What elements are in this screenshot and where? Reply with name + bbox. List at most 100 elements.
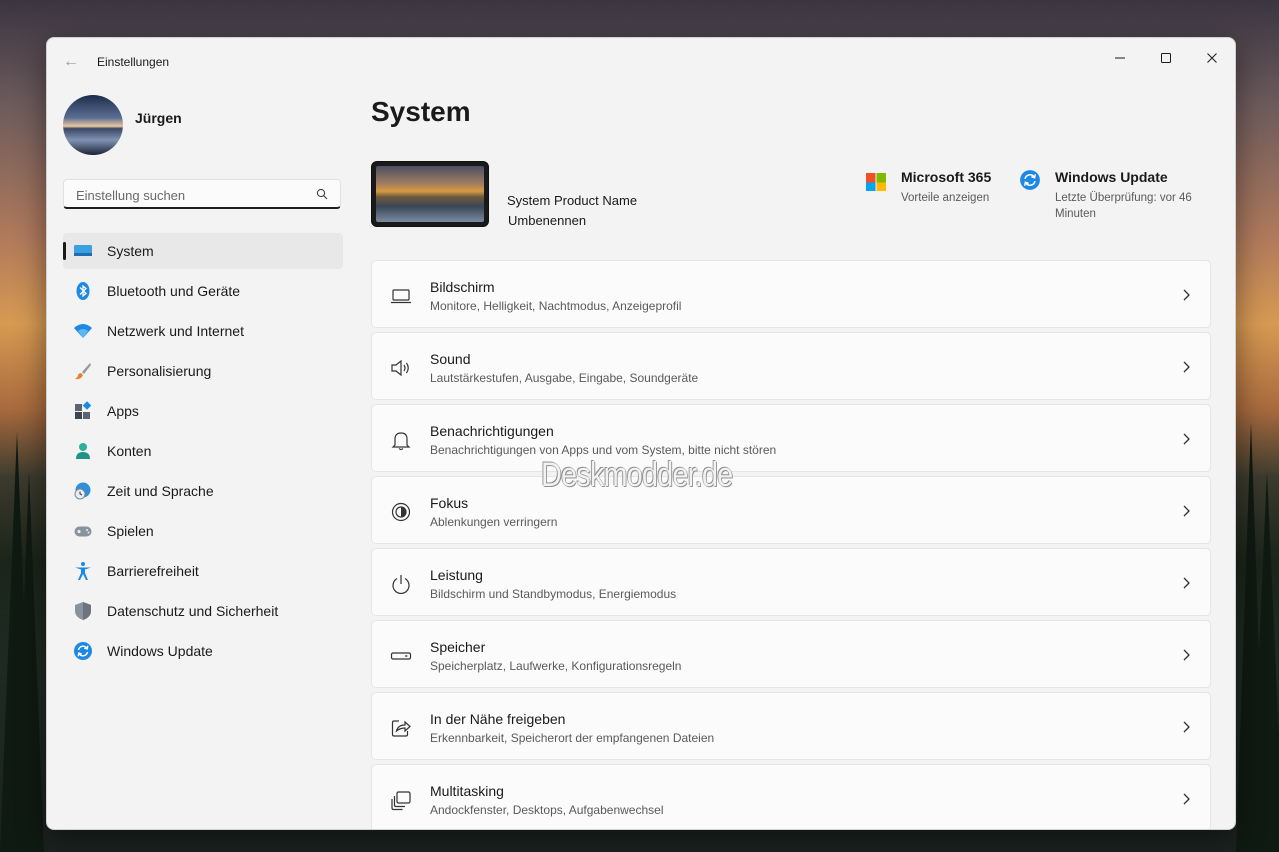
microsoft-365-tile[interactable]: Microsoft 365 Vorteile anzeigen: [865, 169, 1005, 209]
card-subtitle: Andockfenster, Desktops, Aufgabenwechsel: [430, 803, 664, 817]
sidebar-item-label: Barrierefreiheit: [107, 563, 199, 579]
windows-update-tile[interactable]: Windows Update Letzte Überprüfung: vor 4…: [1019, 169, 1219, 220]
close-button[interactable]: [1189, 42, 1235, 74]
sidebar-item-gaming[interactable]: Spielen: [63, 513, 343, 549]
share-icon: [390, 717, 412, 739]
back-arrow-icon[interactable]: ←: [61, 52, 81, 72]
minimize-button[interactable]: [1097, 42, 1143, 74]
chevron-right-icon: [1183, 793, 1190, 805]
card-subtitle: Monitore, Helligkeit, Nachtmodus, Anzeig…: [430, 299, 682, 313]
chevron-right-icon: [1183, 649, 1190, 661]
sidebar-item-label: Bluetooth und Geräte: [107, 283, 241, 299]
sidebar-item-time-language[interactable]: Zeit und Sprache: [63, 473, 343, 509]
tile-title: Windows Update: [1055, 169, 1168, 185]
avatar[interactable]: [63, 95, 123, 155]
sidebar-item-label: Zeit und Sprache: [107, 483, 214, 499]
wifi-icon: [73, 321, 93, 341]
sidebar-item-network[interactable]: Netzwerk und Internet: [63, 313, 343, 349]
sidebar-item-accessibility[interactable]: Barrierefreiheit: [63, 553, 343, 589]
card-title: Multitasking: [430, 783, 504, 799]
sidebar-item-label: Windows Update: [107, 643, 213, 659]
sidebar-item-apps[interactable]: Apps: [63, 393, 343, 429]
title-bar: ← Einstellungen: [47, 38, 1235, 84]
sidebar-item-privacy[interactable]: Datenschutz und Sicherheit: [63, 593, 343, 629]
card-title: Leistung: [430, 567, 483, 583]
card-power[interactable]: Leistung Bildschirm und Standbymodus, En…: [371, 548, 1211, 616]
card-subtitle: Benachrichtigungen von Apps und vom Syst…: [430, 443, 777, 457]
card-title: In der Nähe freigeben: [430, 711, 566, 727]
sidebar-item-label: Netzwerk und Internet: [107, 323, 244, 339]
card-nearby-sharing[interactable]: In der Nähe freigeben Erkennbarkeit, Spe…: [371, 692, 1211, 760]
card-subtitle: Ablenkungen verringern: [430, 515, 558, 529]
speaker-icon: [390, 357, 412, 379]
chevron-right-icon: [1183, 577, 1190, 589]
settings-window: ← Einstellungen Jürgen System: [46, 37, 1236, 830]
card-subtitle: Erkennbarkeit, Speicherort der empfangen…: [430, 731, 715, 745]
system-icon: [73, 241, 93, 261]
update-icon: [73, 641, 93, 661]
rename-link[interactable]: Umbenennen: [508, 213, 586, 228]
chevron-right-icon: [1183, 433, 1190, 445]
device-wallpaper-thumbnail: [371, 161, 489, 227]
card-title: Benachrichtigungen: [430, 423, 554, 439]
sidebar-nav: System Bluetooth und Geräte Netzwerk und…: [63, 233, 343, 673]
search-input[interactable]: [74, 180, 308, 210]
sidebar-item-label: Personalisierung: [107, 363, 212, 379]
accessibility-icon: [73, 561, 93, 581]
sidebar-item-personalization[interactable]: Personalisierung: [63, 353, 343, 389]
card-title: Bildschirm: [430, 279, 495, 295]
card-subtitle: Lautstärkestufen, Ausgabe, Eingabe, Soun…: [430, 371, 699, 385]
sidebar-item-label: Apps: [107, 403, 139, 419]
close-icon: [1207, 53, 1217, 63]
sidebar-item-label: Datenschutz und Sicherheit: [107, 603, 279, 619]
device-name: System Product Name: [507, 193, 638, 208]
sidebar-item-accounts[interactable]: Konten: [63, 433, 343, 469]
chevron-right-icon: [1183, 505, 1190, 517]
card-display[interactable]: Bildschirm Monitore, Helligkeit, Nachtmo…: [371, 260, 1211, 328]
sidebar-item-label: Spielen: [107, 523, 154, 539]
chevron-right-icon: [1183, 361, 1190, 373]
card-subtitle: Bildschirm und Standbymodus, Energiemodu…: [430, 587, 677, 601]
account-icon: [73, 441, 93, 461]
search-icon[interactable]: [316, 188, 328, 200]
user-name: Jürgen: [135, 110, 182, 126]
app-title: Einstellungen: [97, 55, 170, 69]
gamepad-icon: [73, 521, 93, 541]
tile-title: Microsoft 365: [901, 169, 992, 185]
focus-icon: [390, 501, 412, 523]
minimize-icon: [1115, 57, 1125, 59]
chevron-right-icon: [1183, 721, 1190, 733]
active-indicator: [63, 242, 66, 260]
card-notifications[interactable]: Benachrichtigungen Benachrichtigungen vo…: [371, 404, 1211, 472]
chevron-right-icon: [1183, 289, 1190, 301]
multitasking-icon: [390, 789, 412, 811]
maximize-button[interactable]: [1143, 42, 1189, 74]
sidebar-item-windows-update[interactable]: Windows Update: [63, 633, 343, 669]
tile-subtitle: Letzte Überprüfung: vor 46 Minuten: [1055, 192, 1192, 220]
display-icon: [390, 285, 412, 307]
maximize-icon: [1161, 53, 1171, 63]
card-sound[interactable]: Sound Lautstärkestufen, Ausgabe, Eingabe…: [371, 332, 1211, 400]
card-title: Fokus: [430, 495, 469, 511]
brush-icon: [73, 361, 93, 381]
shield-icon: [73, 601, 93, 621]
bell-icon: [390, 429, 412, 451]
card-focus[interactable]: Fokus Ablenkungen verringern: [371, 476, 1211, 544]
watermark: Deskmodder.de: [541, 456, 733, 494]
search-box[interactable]: [63, 179, 341, 210]
sidebar-item-system[interactable]: System: [63, 233, 343, 269]
sidebar-item-label: Konten: [107, 443, 152, 459]
tile-subtitle: Vorteile anzeigen: [901, 192, 990, 204]
storage-icon: [390, 645, 412, 667]
card-title: Speicher: [430, 639, 486, 655]
apps-icon: [73, 401, 93, 421]
sidebar-item-label: System: [107, 243, 154, 259]
card-title: Sound: [430, 351, 471, 367]
card-multitasking[interactable]: Multitasking Andockfenster, Desktops, Au…: [371, 764, 1211, 829]
card-storage[interactable]: Speicher Speicherplatz, Laufwerke, Konfi…: [371, 620, 1211, 688]
update-icon: [1020, 170, 1040, 190]
settings-cards: Bildschirm Monitore, Helligkeit, Nachtmo…: [371, 260, 1211, 829]
clock-globe-icon: [73, 481, 93, 501]
card-subtitle: Speicherplatz, Laufwerke, Konfigurations…: [430, 659, 682, 673]
sidebar-item-bluetooth[interactable]: Bluetooth und Geräte: [63, 273, 343, 309]
